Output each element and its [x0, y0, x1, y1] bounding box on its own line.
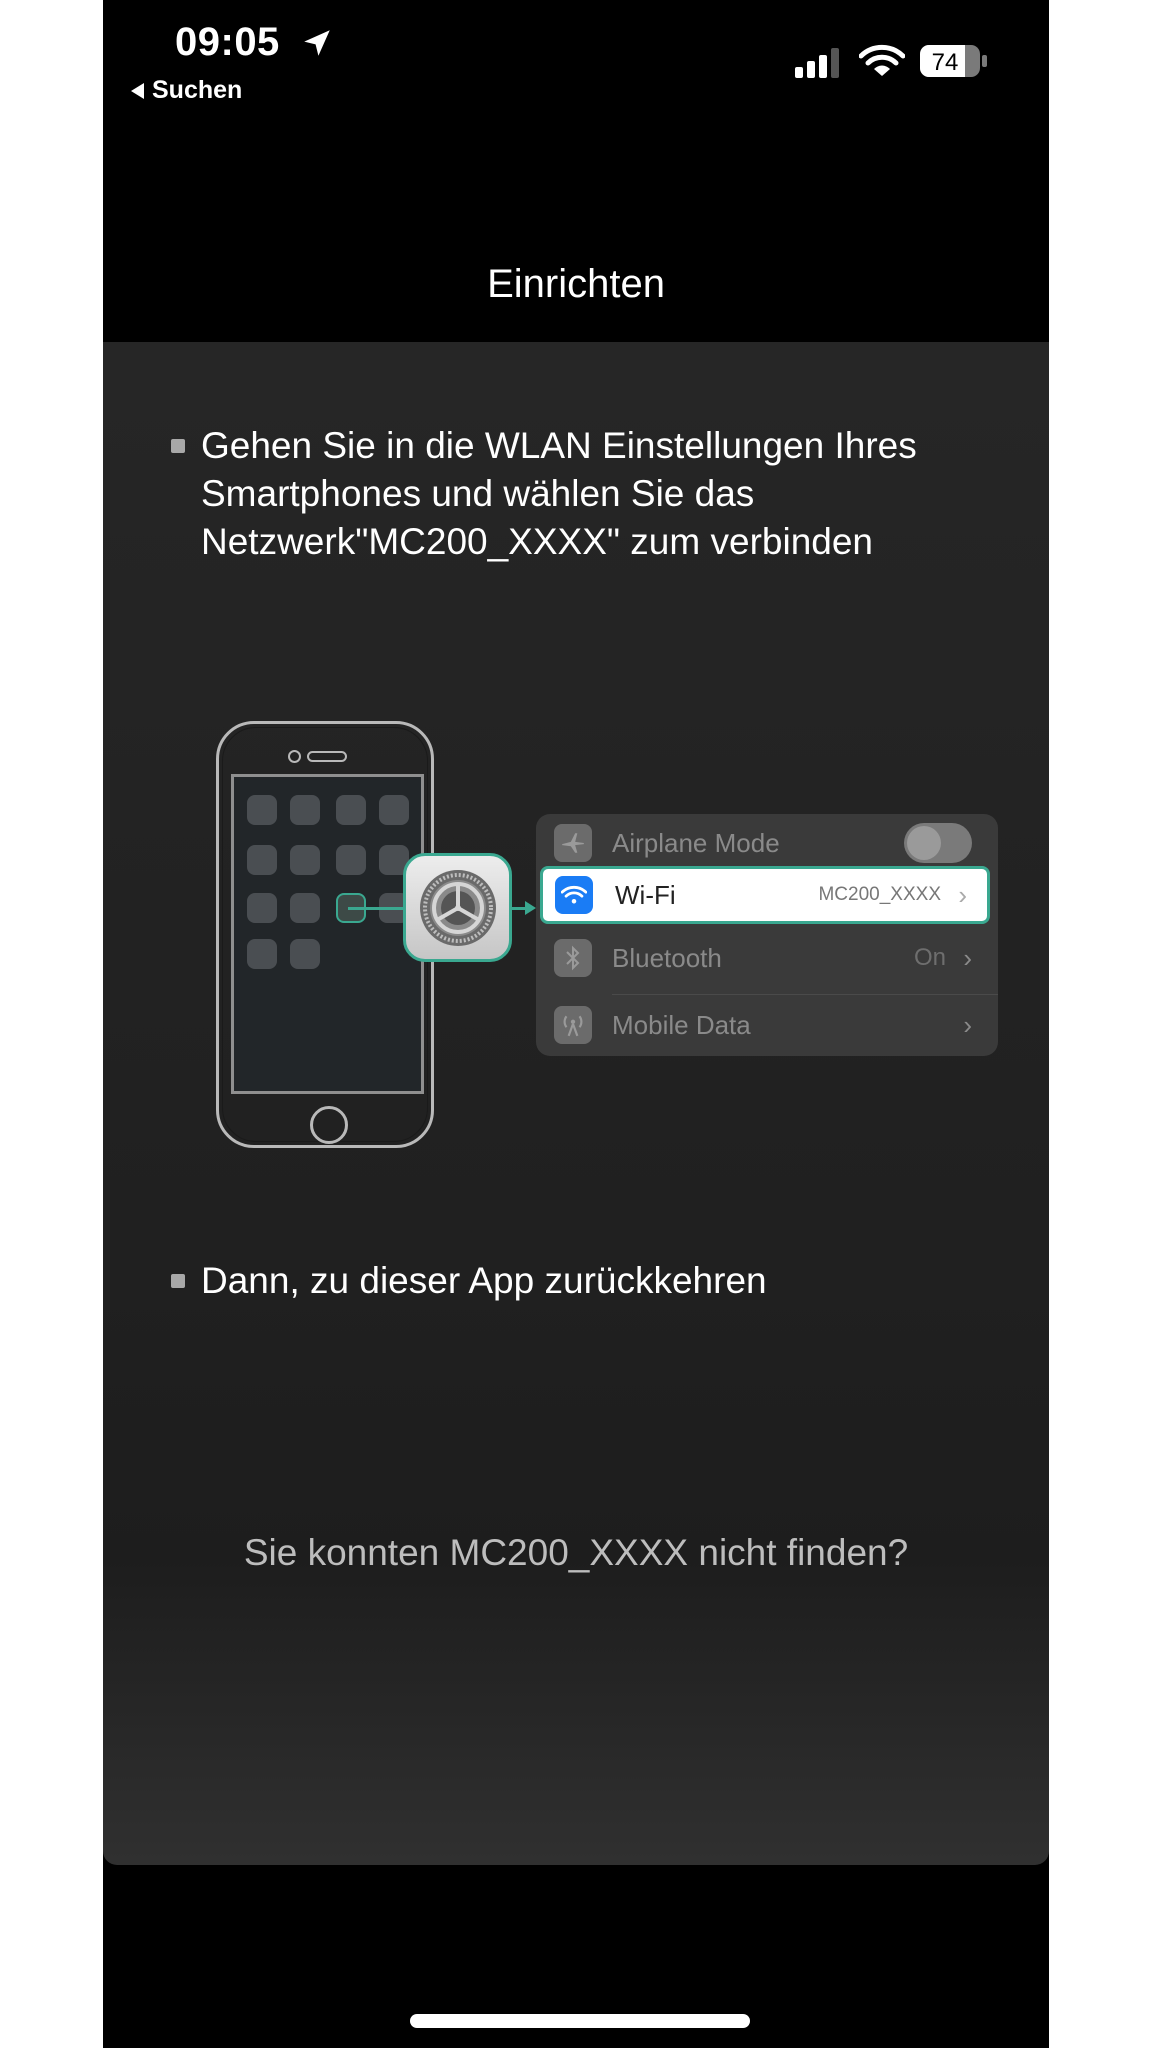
instruction-step-2-text: Dann, zu dieser App zurückkehren	[201, 1260, 767, 1301]
row-value: On	[913, 944, 946, 971]
row-label: Airplane Mode	[612, 827, 780, 858]
speaker-slot	[307, 751, 347, 762]
status-time: 09:05	[175, 20, 280, 64]
setup-panel: Gehen Sie in die WLAN Einstellungen Ihre…	[103, 342, 1049, 1865]
bullet-square-icon	[171, 1274, 185, 1288]
app-placeholder-icon	[290, 845, 320, 875]
settings-list-mockup: Airplane Mode Wi-Fi MC200_XXXX › Bluetoo…	[536, 814, 998, 1056]
airplane-icon	[554, 824, 592, 862]
chevron-right-icon: ›	[963, 942, 972, 973]
app-placeholder-icon	[336, 845, 366, 875]
settings-row-mobile-data: Mobile Data ›	[536, 996, 998, 1054]
app-placeholder-icon	[290, 795, 320, 825]
back-triangle-icon	[131, 82, 144, 99]
gear-icon	[419, 869, 496, 946]
phone-screen: 09:05 Suchen 74 Einrichten Gehen Sie in …	[103, 0, 1049, 2048]
instruction-step-1: Gehen Sie in die WLAN Einstellungen Ihre…	[171, 422, 1011, 566]
connector-line	[348, 907, 406, 910]
app-placeholder-icon	[247, 893, 277, 923]
back-to-search-button[interactable]: Suchen	[131, 76, 242, 105]
network-not-found-link[interactable]: Sie konnten MC200_XXXX nicht finden?	[103, 1532, 1049, 1574]
settings-row-bluetooth: Bluetooth On ›	[536, 929, 998, 987]
arrow-right-icon	[525, 901, 536, 915]
page-title: Einrichten	[487, 262, 665, 306]
location-arrow-icon	[304, 30, 330, 56]
battery-percent: 74	[932, 49, 959, 76]
app-placeholder-icon	[290, 939, 320, 969]
app-placeholder-icon	[247, 939, 277, 969]
battery-indicator: 74	[919, 44, 989, 78]
phone-outline-illustration	[216, 721, 434, 1148]
app-placeholder-icon	[379, 795, 409, 825]
battery-icon: 74	[920, 45, 987, 77]
app-placeholder-icon	[336, 795, 366, 825]
app-placeholder-icon	[290, 893, 320, 923]
instruction-step-1-text: Gehen Sie in die WLAN Einstellungen Ihre…	[201, 425, 917, 562]
wifi-icon	[555, 876, 593, 914]
bluetooth-icon	[554, 939, 592, 977]
app-placeholder-icon	[247, 795, 277, 825]
row-label: Bluetooth	[612, 942, 722, 973]
back-label: Suchen	[152, 76, 243, 104]
wifi-setup-illustration: Airplane Mode Wi-Fi MC200_XXXX › Bluetoo…	[103, 342, 1049, 1865]
settings-row-airplane-mode: Airplane Mode	[536, 814, 998, 872]
bullet-square-icon	[171, 439, 185, 453]
home-indicator[interactable]	[410, 2014, 750, 2028]
row-divider	[612, 994, 998, 995]
phone-home-screen	[231, 774, 424, 1094]
chevron-right-icon: ›	[963, 1009, 972, 1040]
instruction-step-2: Dann, zu dieser App zurückkehren	[171, 1257, 1011, 1305]
row-label: Mobile Data	[612, 1009, 751, 1040]
row-label: Wi-Fi	[615, 879, 676, 910]
camera-dot	[288, 750, 301, 763]
settings-app-icon	[403, 853, 512, 962]
antenna-icon	[554, 1006, 592, 1044]
settings-row-wifi: Wi-Fi MC200_XXXX ›	[540, 866, 990, 924]
app-placeholder-icon	[247, 845, 277, 875]
row-value: MC200_XXXX	[818, 884, 941, 905]
airplane-mode-toggle	[904, 823, 972, 863]
wifi-status-icon	[859, 44, 905, 76]
cellular-signal-icon	[795, 48, 839, 78]
chevron-right-icon: ›	[958, 879, 967, 910]
home-button-outline	[310, 1106, 348, 1144]
